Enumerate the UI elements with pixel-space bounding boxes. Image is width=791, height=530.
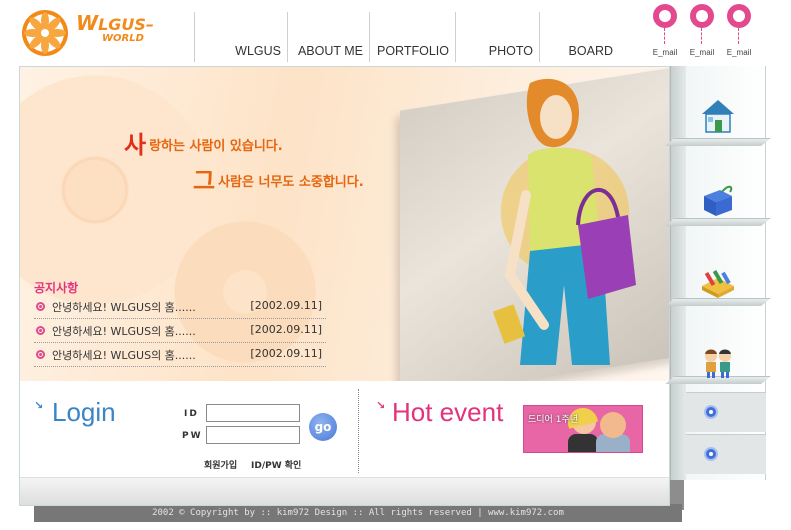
slogan-1-initial: 사 bbox=[124, 131, 147, 159]
notice-item[interactable]: 안녕하세요! WLGUS의 홈...... [2002.09.11] bbox=[34, 295, 326, 319]
join-link[interactable]: 회원가입 bbox=[204, 458, 237, 471]
email-ring-icon bbox=[727, 4, 751, 28]
hero-banner: 사 랑하는 사람이 있습니다. 그 사람은 너무도 소중합니다. 공지사항 안녕하세… bbox=[20, 67, 669, 381]
shelf-board bbox=[665, 138, 771, 146]
bottom-panel: ↘ Login ID PW go 회원가입 ID/PW 확인 ↘ Hot eve… bbox=[20, 381, 669, 477]
notice-item[interactable]: 안녕하세요! WLGUS의 홈...... [2002.09.11] bbox=[34, 343, 326, 367]
dot-icon bbox=[704, 405, 718, 419]
password-input[interactable] bbox=[206, 426, 300, 444]
bottom-strip bbox=[20, 477, 669, 505]
notice-item-title: 안녕하세요! WLGUS의 홈...... bbox=[52, 301, 196, 314]
email-stem bbox=[664, 28, 665, 44]
email-link-1[interactable]: E_mail bbox=[648, 4, 682, 60]
email-ring-icon bbox=[690, 4, 714, 28]
email-link-2[interactable]: E_mail bbox=[685, 4, 719, 60]
arrow-icon: ↘ bbox=[34, 399, 44, 412]
footer-copyright: 2002 © Copyright by :: kim972 Design :: … bbox=[152, 508, 564, 518]
slogan-line-2: 그 사람은 너무도 소중합니다. bbox=[193, 161, 364, 196]
shelf-side bbox=[670, 66, 686, 480]
email-links: E_mail E_mail E_mail bbox=[648, 4, 758, 60]
shelf-dot-button-1[interactable] bbox=[686, 392, 766, 432]
nav-label: WLGUS bbox=[235, 44, 281, 58]
email-label: E_mail bbox=[726, 48, 752, 57]
notice-item-date: [2002.09.11] bbox=[250, 299, 322, 312]
email-stem bbox=[701, 28, 702, 44]
notice-item[interactable]: 안녕하세요! WLGUS의 홈...... [2002.09.11] bbox=[34, 319, 326, 343]
bullet-icon bbox=[36, 302, 45, 311]
nav-label: PORTFOLIO bbox=[376, 44, 449, 58]
notice-item-title: 안녕하세요! WLGUS의 홈...... bbox=[52, 349, 196, 362]
nav-item-about-me[interactable]: ABOUT ME bbox=[287, 12, 369, 62]
pencil-box-icon[interactable] bbox=[698, 262, 738, 302]
notice-list: 안녕하세요! WLGUS의 홈...... [2002.09.11] 안녕하세요… bbox=[34, 295, 326, 367]
banner-figure bbox=[568, 434, 598, 452]
pw-label: PW bbox=[182, 431, 203, 441]
email-stem bbox=[738, 28, 739, 44]
email-label: E_mail bbox=[652, 48, 678, 57]
id-input[interactable] bbox=[206, 404, 300, 422]
nav-item-wlgus[interactable]: WLGUS bbox=[194, 12, 287, 62]
nav-label: ABOUT ME bbox=[297, 44, 363, 58]
logo-initial: W bbox=[76, 11, 99, 35]
nav-item-portfolio[interactable]: PORTFOLIO bbox=[369, 12, 455, 62]
notice-item-date: [2002.09.11] bbox=[250, 323, 322, 336]
notice-item-date: [2002.09.11] bbox=[250, 347, 322, 360]
section-divider bbox=[358, 389, 359, 473]
slogan-1-text: 랑하는 사람이 있습니다. bbox=[149, 139, 283, 154]
orange-flower-logo-icon bbox=[22, 10, 68, 56]
hot-event-banner[interactable]: 드디어 1주년 bbox=[523, 405, 643, 453]
dot-icon bbox=[704, 447, 718, 461]
notice-title: 공지사항 bbox=[34, 281, 79, 295]
slogan-2-initial: 그 bbox=[193, 167, 216, 195]
main-nav: WLGUS ABOUT ME PORTFOLIO PHOTO BOARD bbox=[194, 12, 619, 62]
icon-shelf bbox=[665, 66, 771, 480]
hot-event-title: Hot event bbox=[392, 397, 504, 427]
banner-label: 드디어 1주년 bbox=[528, 415, 578, 425]
site-logo[interactable]: WLGUS– WORLD bbox=[18, 6, 168, 60]
slogan-2-text: 사람은 너무도 소중합니다. bbox=[218, 175, 364, 190]
banner-figure bbox=[600, 412, 626, 438]
slogan-line-1: 사 랑하는 사람이 있습니다. bbox=[124, 125, 283, 160]
bullet-icon bbox=[36, 326, 45, 335]
nav-item-board[interactable]: BOARD bbox=[539, 12, 619, 62]
nav-item-photo[interactable]: PHOTO bbox=[455, 12, 539, 62]
email-label: E_mail bbox=[689, 48, 715, 57]
nav-label: BOARD bbox=[568, 44, 613, 58]
house-icon[interactable] bbox=[698, 96, 738, 136]
notice-item-title: 안녕하세요! WLGUS의 홈...... bbox=[52, 325, 196, 338]
email-link-3[interactable]: E_mail bbox=[722, 4, 756, 60]
find-id-pw-link[interactable]: ID/PW 확인 bbox=[251, 458, 301, 471]
bullet-icon bbox=[36, 350, 45, 359]
logo-wordmark: WLGUS– WORLD bbox=[76, 13, 154, 46]
woman-illustration bbox=[492, 78, 636, 365]
gift-box-icon[interactable] bbox=[698, 180, 738, 220]
main-panel: 사 랑하는 사람이 있습니다. 그 사람은 너무도 소중합니다. 공지사항 안녕하세… bbox=[19, 66, 670, 506]
login-title: Login bbox=[52, 397, 116, 427]
kids-icon[interactable] bbox=[698, 342, 738, 382]
email-ring-icon bbox=[653, 4, 677, 28]
id-label: ID bbox=[184, 409, 199, 419]
nav-label: PHOTO bbox=[488, 44, 533, 58]
shelf-dot-button-2[interactable] bbox=[686, 434, 766, 474]
go-button[interactable]: go bbox=[309, 413, 337, 441]
arrow-icon: ↘ bbox=[376, 399, 386, 412]
